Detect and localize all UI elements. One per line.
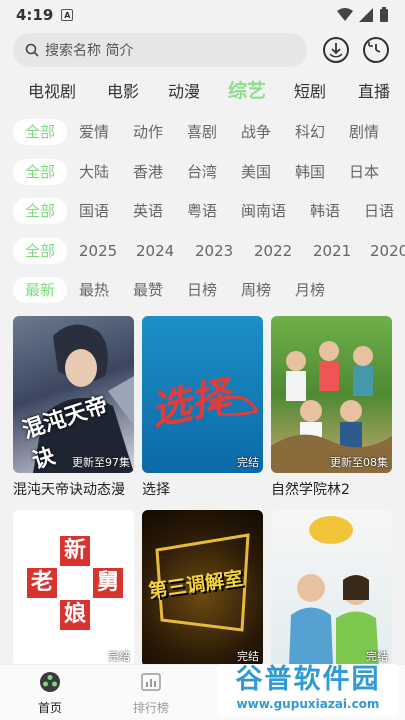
region-chip[interactable]: 台湾 xyxy=(187,159,217,185)
genre-chip[interactable]: 动作 xyxy=(133,119,163,145)
tab-tv[interactable]: 电视剧 xyxy=(28,78,76,102)
card-title: 选择 xyxy=(142,482,170,498)
poster-glyph: 老 xyxy=(27,568,57,598)
region-all[interactable]: 全部 xyxy=(13,159,68,185)
region-chip[interactable]: 韩国 xyxy=(295,159,325,185)
genre-filter-row: 全部 爱情 动作 喜剧 战争 科幻 剧情 xyxy=(0,119,405,147)
genre-chip[interactable]: 战争 xyxy=(241,119,271,145)
region-chip[interactable]: 香港 xyxy=(133,159,163,185)
episode-badge: 完结 xyxy=(237,650,259,663)
tab-movie[interactable]: 电影 xyxy=(107,78,139,102)
genre-chip[interactable]: 喜剧 xyxy=(187,119,217,145)
card-title: 混沌天帝诀动态漫 xyxy=(13,482,125,498)
watermark-title: 谷普软件园 xyxy=(235,664,381,695)
year-chip[interactable]: 2024 xyxy=(136,238,174,264)
genre-chip[interactable]: 科幻 xyxy=(295,119,325,145)
history-button[interactable] xyxy=(363,37,389,63)
language-chip[interactable]: 闽南语 xyxy=(241,198,286,224)
video-card[interactable]: 第三调解室 完结 xyxy=(142,510,263,667)
tab-variety[interactable]: 综艺 xyxy=(228,76,266,103)
year-all[interactable]: 全部 xyxy=(13,238,68,264)
search-input[interactable]: 搜索名称 简介 xyxy=(13,33,307,67)
episode-badge: 完结 xyxy=(366,650,388,663)
language-filter-row: 全部 国语 英语 粤语 闽南语 韩语 日语 xyxy=(0,198,405,226)
tab-live[interactable]: 直播 xyxy=(358,78,390,102)
region-chip[interactable]: 美国 xyxy=(241,159,271,185)
search-placeholder: 搜索名称 简介 xyxy=(45,43,134,59)
year-chip[interactable]: 2023 xyxy=(195,238,233,264)
nav-home[interactable]: 首页 xyxy=(20,671,80,716)
status-time: 4:19 xyxy=(16,6,54,24)
episode-badge: 完结 xyxy=(237,456,259,469)
year-chip[interactable]: 2022 xyxy=(254,238,292,264)
sort-chip[interactable]: 最热 xyxy=(79,277,109,303)
region-filter-row: 全部 大陆 香港 台湾 美国 韩国 日本 xyxy=(0,159,405,187)
year-filter-row: 全部 2025 2024 2023 2022 2021 2020 xyxy=(0,238,405,266)
episode-badge: 更新至97集 xyxy=(72,456,130,469)
video-card[interactable]: 更新至08集 自然学院林2 xyxy=(271,316,392,499)
watermark-url: www.gupuxiazai.com xyxy=(236,697,380,711)
home-icon xyxy=(40,672,60,692)
poster-glyph: 舅 xyxy=(93,568,123,598)
tab-anime[interactable]: 动漫 xyxy=(168,78,200,102)
search-row: 搜索名称 简介 xyxy=(13,32,392,68)
language-chip[interactable]: 国语 xyxy=(79,198,109,224)
language-chip[interactable]: 日语 xyxy=(364,198,394,224)
sort-chip[interactable]: 最赞 xyxy=(133,277,163,303)
nav-rank-label: 排行榜 xyxy=(132,701,169,715)
nav-home-label: 首页 xyxy=(37,701,62,715)
poster-image: 第三调解室 完结 xyxy=(142,510,263,667)
sort-latest[interactable]: 最新 xyxy=(13,277,68,303)
poster-image: 选择 完结 xyxy=(142,316,263,473)
language-all[interactable]: 全部 xyxy=(13,198,68,224)
chart-icon xyxy=(141,673,161,691)
notification-a-icon: A xyxy=(61,9,74,21)
poster-glyph: 新 xyxy=(60,536,90,566)
tab-short[interactable]: 短剧 xyxy=(294,78,326,102)
year-chip[interactable]: 2021 xyxy=(313,238,351,264)
video-card[interactable]: 混沌天帝诀 更新至97集 混沌天帝诀动态漫 xyxy=(13,316,134,499)
language-chip[interactable]: 韩语 xyxy=(310,198,340,224)
video-card[interactable]: 选择 完结 选择 xyxy=(142,316,263,499)
poster-glyph: 娘 xyxy=(60,600,90,630)
sort-chip[interactable]: 日榜 xyxy=(187,277,217,303)
language-chip[interactable]: 英语 xyxy=(133,198,163,224)
year-chip[interactable]: 2020 xyxy=(370,238,405,264)
poster-image: 完结 xyxy=(271,510,392,667)
year-chip[interactable]: 2025 xyxy=(79,238,117,264)
sort-chip[interactable]: 周榜 xyxy=(241,277,271,303)
video-card[interactable]: 新 老 舅 娘 完结 xyxy=(13,510,134,667)
status-bar: 4:19 A xyxy=(0,0,405,30)
wifi-icon xyxy=(337,8,353,21)
poster-image: 更新至08集 xyxy=(271,316,392,473)
poster-people-art xyxy=(271,341,392,473)
region-chip[interactable]: 大陆 xyxy=(79,159,109,185)
category-tabs: 电视剧 电影 动漫 综艺 短剧 直播 xyxy=(0,78,405,102)
sort-chip[interactable]: 月榜 xyxy=(295,277,325,303)
signal-icon xyxy=(359,8,373,22)
video-card[interactable]: 完结 xyxy=(271,510,392,667)
watermark-logo: 谷普软件园 www.gupuxiazai.com xyxy=(217,664,399,716)
episode-badge: 完结 xyxy=(108,650,130,663)
genre-chip[interactable]: 剧情 xyxy=(349,119,379,145)
battery-icon xyxy=(380,7,388,22)
poster-image: 新 老 舅 娘 完结 xyxy=(13,510,134,667)
region-chip[interactable]: 日本 xyxy=(349,159,379,185)
language-chip[interactable]: 粤语 xyxy=(187,198,217,224)
genre-all[interactable]: 全部 xyxy=(13,119,68,145)
genre-chip[interactable]: 爱情 xyxy=(79,119,109,145)
history-icon xyxy=(368,42,381,53)
download-icon xyxy=(329,43,343,58)
card-title: 自然学院林2 xyxy=(271,482,350,498)
episode-badge: 更新至08集 xyxy=(330,456,388,469)
download-button[interactable] xyxy=(323,37,349,63)
sort-filter-row: 最新 最热 最赞 日榜 周榜 月榜 xyxy=(0,277,405,305)
poster-hosts-art xyxy=(289,516,379,667)
poster-swoosh xyxy=(211,395,260,417)
search-icon xyxy=(25,43,39,57)
poster-image: 混沌天帝诀 更新至97集 xyxy=(13,316,134,473)
nav-rank[interactable]: 排行榜 xyxy=(121,671,181,716)
